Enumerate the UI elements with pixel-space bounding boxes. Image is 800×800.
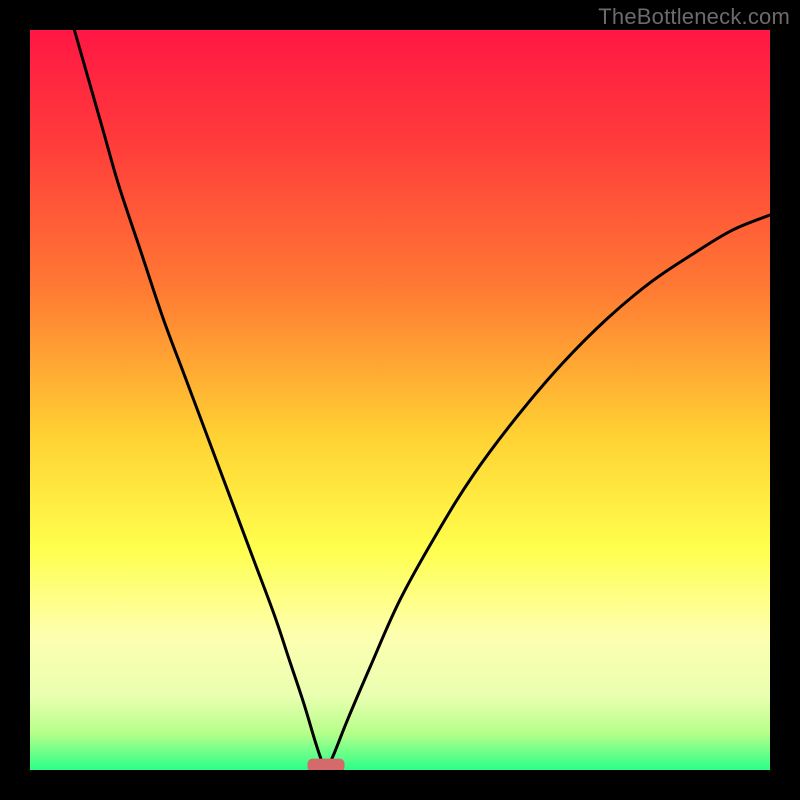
- watermark-text: TheBottleneck.com: [598, 4, 790, 30]
- optimum-marker: [308, 759, 345, 770]
- bottleneck-curve-chart: [30, 30, 770, 770]
- gradient-background: [30, 30, 770, 770]
- plot-frame: [30, 30, 770, 770]
- chart-container: TheBottleneck.com: [0, 0, 800, 800]
